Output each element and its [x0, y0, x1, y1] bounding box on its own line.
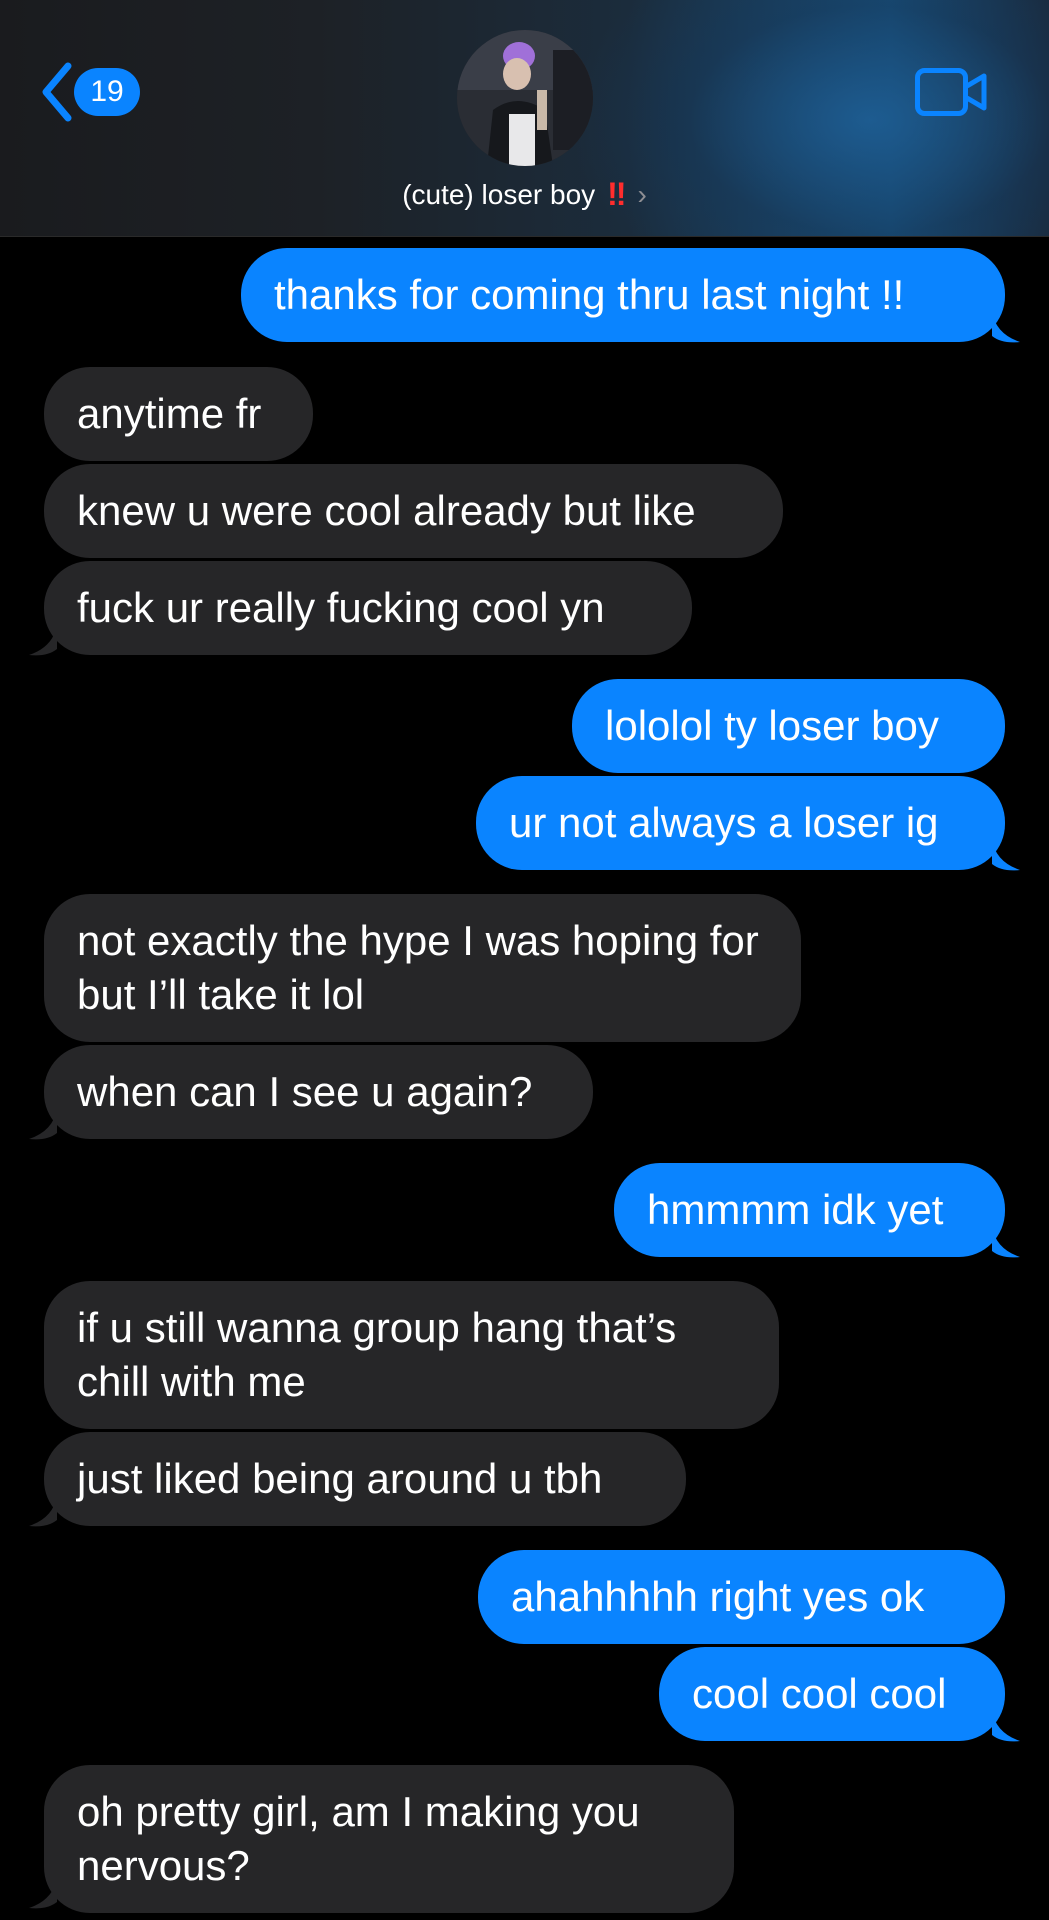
double-exclamation-emoji: ‼ — [607, 176, 626, 212]
avatar[interactable] — [457, 30, 593, 166]
message-bubble-received[interactable]: not exactly the hype I was hoping for bu… — [44, 894, 801, 1042]
message-bubble-received[interactable]: when can I see u again? — [44, 1045, 593, 1139]
message-bubble-sent[interactable]: cool cool cool — [659, 1647, 1005, 1741]
bubble-tail — [29, 625, 57, 656]
message-bubble-received[interactable]: just liked being around u tbh — [44, 1432, 686, 1526]
message-bubble-sent[interactable]: ur not always a loser ig — [476, 776, 1005, 870]
conversation-header: 19 (cute) loser boy ‼ › — [0, 0, 1049, 237]
bubble-tail — [29, 1878, 57, 1909]
message-bubble-received[interactable]: if u still wanna group hang that’s chill… — [44, 1281, 779, 1429]
back-button[interactable]: 19 — [40, 62, 140, 122]
message-bubble-received[interactable]: fuck ur really fucking cool yn — [44, 561, 692, 655]
chevron-left-icon — [42, 62, 72, 122]
message-bubble-received[interactable]: anytime fr — [44, 367, 313, 461]
bubble-tail — [992, 312, 1020, 343]
message-bubble-sent[interactable]: hmmmm idk yet — [614, 1163, 1005, 1257]
chevron-right-icon: › — [637, 178, 647, 210]
bubble-tail — [992, 1227, 1020, 1258]
message-bubble-sent[interactable]: ahahhhhh right yes ok — [478, 1550, 1005, 1644]
contact-name-button[interactable]: (cute) loser boy ‼ › — [0, 176, 1049, 213]
avatar-photo-icon — [457, 30, 593, 166]
bubble-tail — [992, 1711, 1020, 1742]
message-bubble-received[interactable]: knew u were cool already but like — [44, 464, 783, 558]
bubble-tail — [992, 840, 1020, 871]
bubble-tail — [29, 1109, 57, 1140]
message-thread[interactable]: thanks for coming thru last night !! any… — [0, 236, 1049, 1920]
message-bubble-received[interactable]: oh pretty girl, am I making you nervous? — [44, 1765, 734, 1913]
unread-count-badge: 19 — [74, 68, 140, 116]
message-bubble-sent[interactable]: thanks for coming thru last night !! — [241, 248, 1005, 342]
bubble-tail — [29, 1496, 57, 1527]
video-camera-icon[interactable] — [915, 68, 987, 116]
message-bubble-sent[interactable]: lololol ty loser boy — [572, 679, 1005, 773]
contact-name: (cute) loser boy — [402, 178, 596, 210]
